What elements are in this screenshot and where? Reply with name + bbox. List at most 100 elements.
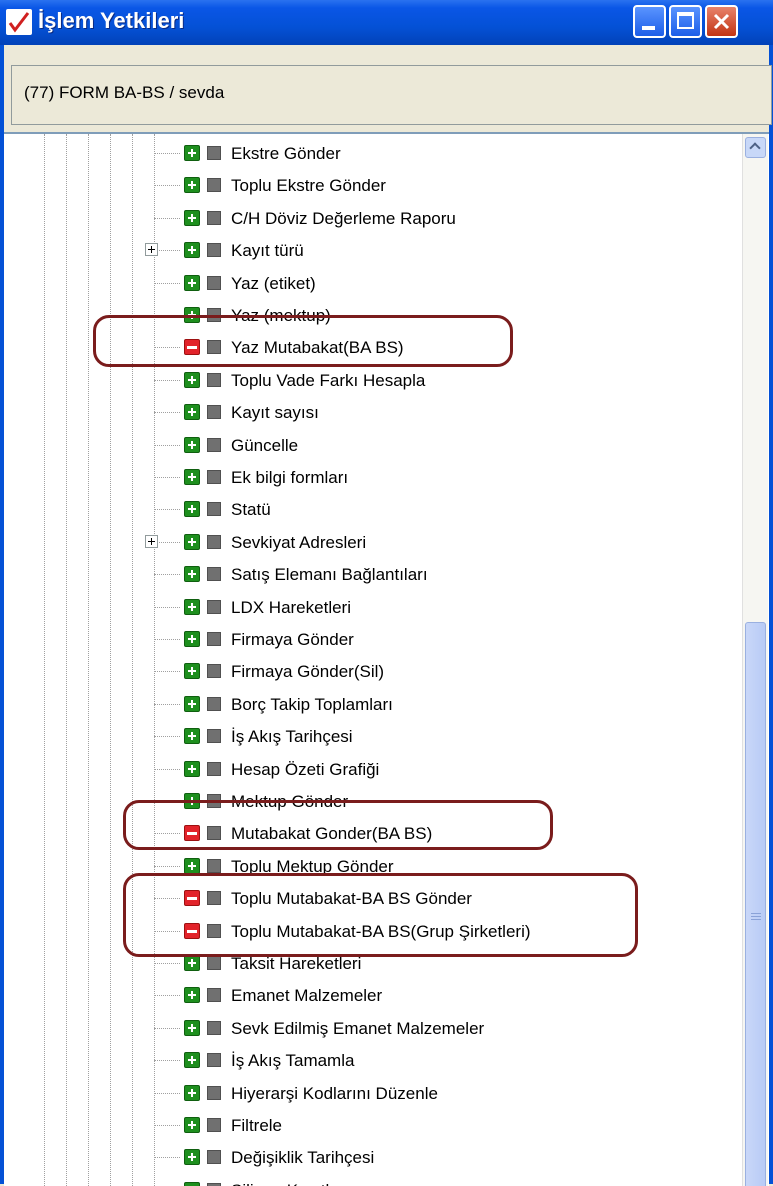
permission-granted-icon[interactable]	[184, 695, 200, 712]
permission-granted-icon[interactable]	[184, 663, 200, 680]
tree-connector	[154, 703, 180, 705]
tree-item[interactable]: Ek bilgi formları	[4, 462, 744, 494]
permission-granted-icon[interactable]	[184, 955, 200, 971]
tree-item[interactable]: LDX Hareketleri	[4, 592, 744, 624]
tree-item[interactable]: Firmaya Gönder(Sil)	[4, 656, 744, 688]
permission-tree[interactable]: Ekstre Gönder Toplu Ekstre Gönder C/H Dövi…	[4, 132, 769, 1186]
maximize-button[interactable]	[669, 5, 702, 38]
permission-granted-icon[interactable]	[184, 501, 200, 518]
tree-item[interactable]: Ekstre Gönder	[4, 138, 744, 170]
tree-item-label: Sevkiyat Adresleri	[231, 532, 367, 552]
tree-item-label: Değişiklik Tarihçesi	[231, 1148, 375, 1168]
tree-connector	[154, 1027, 180, 1029]
node-square-icon	[207, 1085, 221, 1100]
tree-item[interactable]: Kayıt türü	[4, 235, 744, 267]
permission-granted-icon[interactable]	[184, 242, 200, 259]
node-square-icon	[207, 1020, 221, 1035]
permission-granted-icon[interactable]	[184, 1084, 200, 1101]
tree-item[interactable]: Satış Elemanı Bağlantıları	[4, 559, 744, 591]
permission-granted-icon[interactable]	[184, 760, 200, 777]
window-frame-right	[769, 45, 773, 1184]
tree-item-label: Kayıt türü	[231, 241, 304, 261]
tree-connector	[154, 1125, 180, 1126]
tree-item[interactable]: Kayıt sayısı	[4, 397, 744, 429]
permission-granted-icon[interactable]	[184, 566, 200, 583]
minimize-button[interactable]	[633, 5, 666, 38]
permission-granted-icon[interactable]	[184, 209, 200, 226]
node-square-icon	[207, 275, 221, 290]
tree-connector	[154, 639, 180, 640]
node-square-icon	[207, 146, 221, 160]
tree-item-label: LDX Hareketleri	[231, 597, 351, 617]
permission-granted-icon[interactable]	[184, 728, 200, 745]
permission-granted-icon[interactable]	[184, 371, 200, 388]
node-square-icon	[207, 729, 221, 744]
title-bar[interactable]: İşlem Yetkileri	[0, 0, 773, 45]
permission-granted-icon[interactable]	[184, 631, 200, 647]
tree-item[interactable]: Silinen Kayıtlar	[4, 1175, 744, 1186]
tree-item-label: C/H Döviz Değerleme Raporu	[231, 208, 456, 228]
tree-connector	[154, 379, 180, 381]
permission-granted-icon[interactable]	[184, 177, 200, 194]
tree-connector	[154, 671, 180, 673]
permission-granted-icon[interactable]	[184, 469, 200, 485]
tree-connector	[154, 606, 180, 608]
tree-item[interactable]: C/H Döviz Değerleme Raporu	[4, 203, 744, 235]
highlight-annotation	[123, 800, 553, 850]
tree-item[interactable]: Toplu Vade Farkı Hesapla	[4, 365, 744, 397]
expand-icon[interactable]	[145, 534, 158, 548]
header-panel: (77) FORM BA-BS / sevda	[4, 45, 772, 130]
tree-item[interactable]: Sevkiyat Adresleri	[4, 527, 744, 559]
permission-granted-icon[interactable]	[184, 436, 200, 453]
tree-item-label: Borç Takip Toplamları	[231, 694, 393, 714]
tree-item[interactable]: İş Akış Tamamla	[4, 1045, 744, 1077]
scrollbar-thumb[interactable]	[745, 622, 766, 1186]
permission-granted-icon[interactable]	[184, 533, 200, 550]
node-square-icon	[207, 210, 221, 225]
tree-item[interactable]: Hiyerarşi Kodlarını Düzenle	[4, 1078, 744, 1110]
tree-item[interactable]: Hesap Özeti Grafiği	[4, 754, 744, 786]
node-square-icon	[207, 858, 221, 873]
highlight-annotation	[93, 315, 513, 367]
permission-granted-icon[interactable]	[184, 145, 200, 161]
scroll-up-icon[interactable]	[745, 137, 766, 158]
tree-item[interactable]: Yaz (etiket)	[4, 268, 744, 300]
permission-granted-icon[interactable]	[184, 987, 200, 1004]
tree-connector	[154, 477, 180, 478]
permission-granted-icon[interactable]	[184, 857, 200, 874]
vertical-scrollbar[interactable]	[742, 134, 768, 1186]
tree-item[interactable]: Toplu Ekstre Gönder	[4, 170, 744, 202]
highlight-annotation	[123, 873, 638, 957]
tree-item-label: Taksit Hareketleri	[231, 954, 362, 973]
close-button[interactable]	[705, 5, 738, 38]
node-square-icon	[207, 502, 221, 517]
tree-item[interactable]: İş Akış Tarihçesi	[4, 721, 744, 753]
tree-connector	[154, 574, 180, 576]
checkmark-app-icon[interactable]	[6, 9, 32, 35]
tree-item[interactable]: Filtrele	[4, 1110, 744, 1142]
tree-item[interactable]: Emanet Malzemeler	[4, 980, 744, 1012]
tree-item[interactable]: Statü	[4, 494, 744, 526]
tree-item[interactable]: Borç Takip Toplamları	[4, 689, 744, 721]
permission-granted-icon[interactable]	[184, 1052, 200, 1069]
tree-item[interactable]: Firmaya Gönder	[4, 624, 744, 656]
tree-connector	[154, 444, 180, 446]
permission-granted-icon[interactable]	[184, 404, 200, 421]
tree-item-label: Sevk Edilmiş Emanet Malzemeler	[231, 1018, 485, 1038]
permission-granted-icon[interactable]	[184, 1019, 200, 1036]
tree-item-label: Firmaya Gönder	[231, 630, 354, 649]
tree-connector	[154, 995, 180, 997]
tree-connector	[154, 1092, 180, 1094]
permission-granted-icon[interactable]	[184, 598, 200, 615]
grip-line	[751, 916, 761, 917]
tree-item-label: Toplu Ekstre Gönder	[231, 176, 386, 196]
tree-item[interactable]: Sevk Edilmiş Emanet Malzemeler	[4, 1013, 744, 1045]
tree-item[interactable]: Değişiklik Tarihçesi	[4, 1142, 744, 1174]
permission-granted-icon[interactable]	[184, 274, 200, 291]
permission-granted-icon[interactable]	[184, 1117, 200, 1133]
expand-icon[interactable]	[145, 243, 158, 257]
tree-item-label: Hesap Özeti Grafiği	[231, 759, 380, 779]
tree-connector	[154, 736, 180, 738]
tree-item[interactable]: Güncelle	[4, 430, 744, 462]
permission-granted-icon[interactable]	[184, 1149, 200, 1166]
